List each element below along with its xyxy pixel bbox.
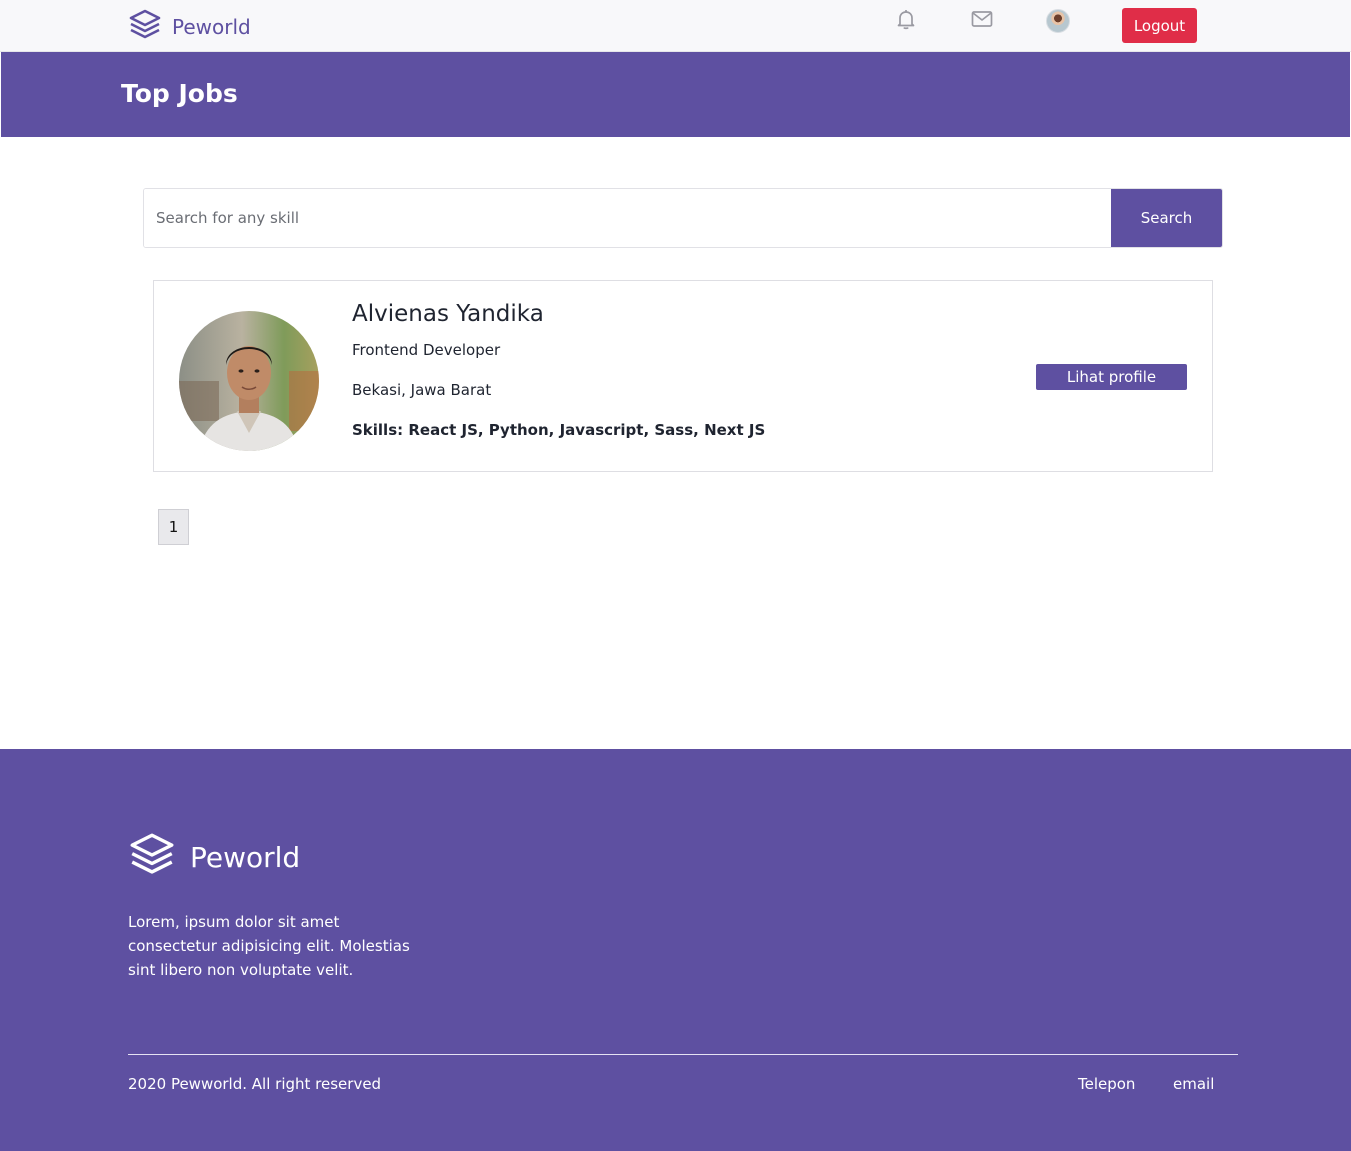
talent-location: Bekasi, Jawa Barat <box>352 381 492 399</box>
bell-icon[interactable] <box>894 7 918 31</box>
search-input[interactable] <box>144 189 1111 247</box>
view-profile-button[interactable]: Lihat profile <box>1036 364 1187 390</box>
top-navbar: Peworld Logout <box>0 0 1351 52</box>
search-bar: Search <box>143 188 1223 248</box>
pagination-page-1[interactable]: 1 <box>158 509 189 545</box>
user-avatar[interactable] <box>1046 9 1070 33</box>
footer-divider <box>128 1054 1238 1055</box>
footer-link-email[interactable]: email <box>1173 1075 1214 1093</box>
layers-logo-icon <box>128 8 162 46</box>
layers-logo-icon <box>128 831 176 883</box>
talent-card: Alvienas Yandika Frontend Developer Beka… <box>153 280 1213 472</box>
copyright-text: 2020 Pewworld. All right reserved <box>128 1075 382 1093</box>
footer-link-telepon[interactable]: Telepon <box>1078 1075 1135 1093</box>
profile-photo <box>179 311 319 451</box>
talent-role: Frontend Developer <box>352 341 501 359</box>
brand-link[interactable]: Peworld <box>128 8 251 46</box>
footer-brand: Peworld <box>128 831 300 883</box>
page-title: Top Jobs <box>121 79 238 108</box>
footer-description: Lorem, ipsum dolor sit amet consectetur … <box>128 913 410 979</box>
footer-brand-name: Peworld <box>190 840 301 874</box>
talent-skills: Skills: React JS, Python, Javascript, Sa… <box>352 421 766 439</box>
page-header: Top Jobs <box>1 52 1350 137</box>
logout-button[interactable]: Logout <box>1122 8 1197 43</box>
footer: Peworld Lorem, ipsum dolor sit amet cons… <box>0 749 1351 1151</box>
talent-name: Alvienas Yandika <box>352 301 544 327</box>
brand-name: Peworld <box>172 15 251 39</box>
mail-icon[interactable] <box>970 7 994 31</box>
search-button[interactable]: Search <box>1111 189 1222 247</box>
